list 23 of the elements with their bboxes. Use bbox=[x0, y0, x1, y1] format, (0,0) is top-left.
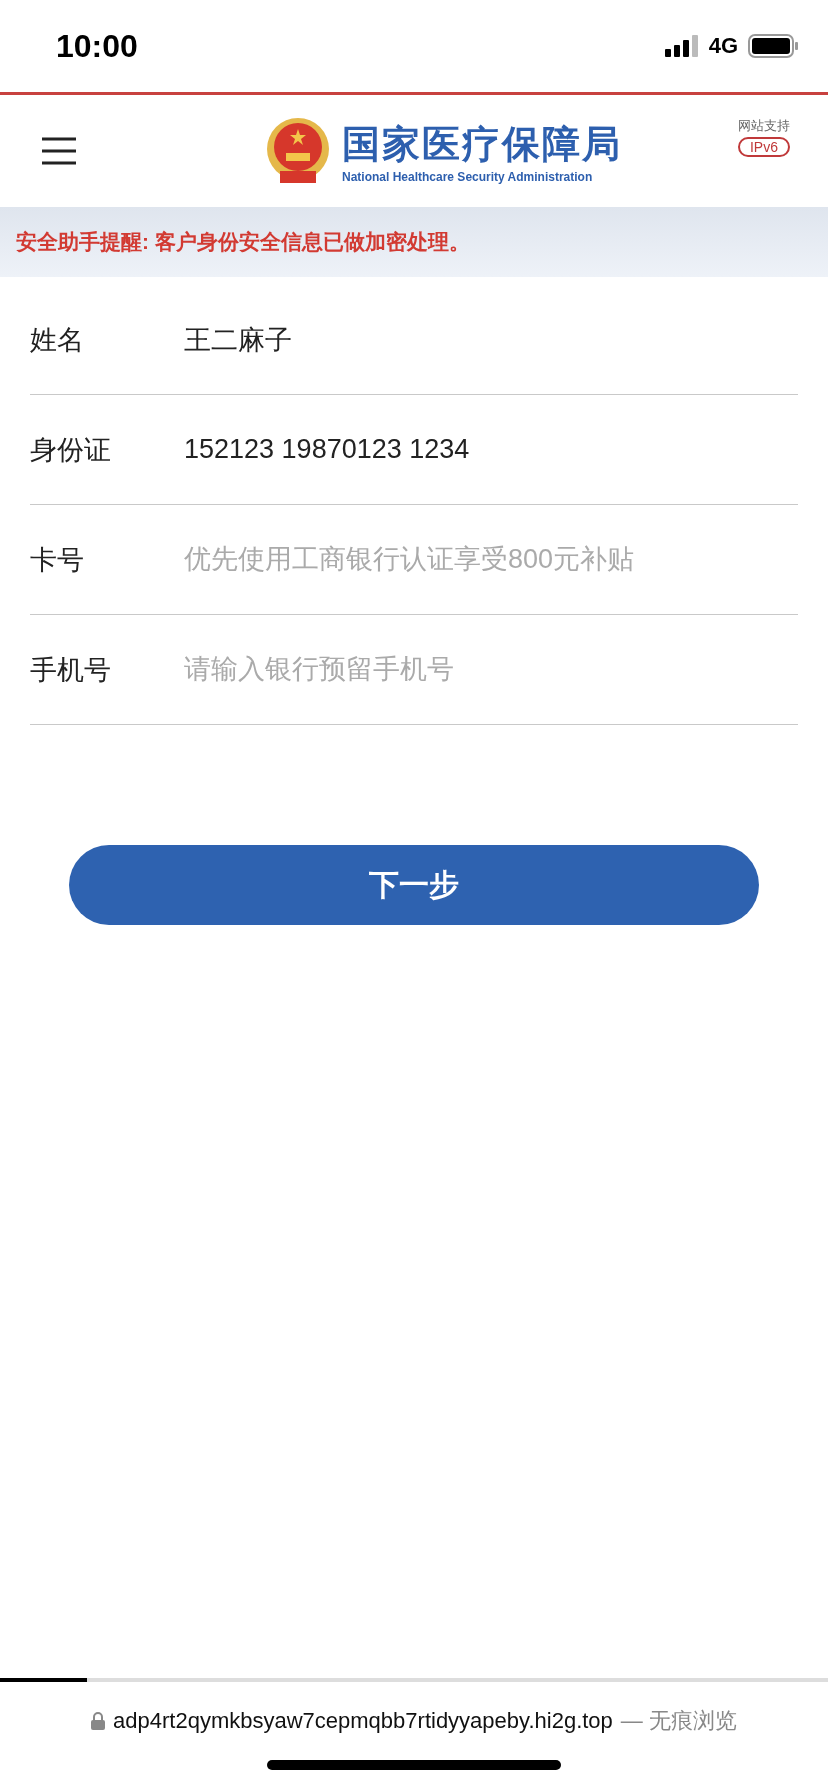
ipv6-badge: IPv6 bbox=[738, 137, 790, 157]
support-label: 网站支持 bbox=[738, 117, 790, 135]
input-field[interactable]: 王二麻子 bbox=[184, 324, 798, 355]
field-label: 身份证 bbox=[30, 433, 112, 467]
signal-icon bbox=[664, 35, 699, 57]
input-field[interactable]: 优先使用工商银行认证享受800元补贴 bbox=[184, 544, 798, 575]
status-time: 10:00 bbox=[56, 27, 138, 65]
site-title: 国家医疗保障局 bbox=[342, 119, 622, 168]
emblem-icon bbox=[266, 117, 330, 185]
input-field[interactable]: 152123 19870123 1234 bbox=[184, 434, 798, 465]
security-notice: 安全助手提醒: 客户身份安全信息已做加密处理。 bbox=[0, 207, 828, 277]
menu-icon[interactable] bbox=[40, 136, 78, 166]
site-subtitle: National Healthcare Security Administration bbox=[342, 169, 593, 184]
field-label: 姓名 bbox=[30, 323, 85, 357]
private-mode-label: — 无痕浏览 bbox=[620, 1707, 737, 1735]
url-text[interactable]: adp4rt2qymkbsyaw7cepmqbb7rtidyyapeby.hi2g.top bbox=[113, 1708, 613, 1734]
field-label: 卡号 bbox=[30, 543, 85, 577]
next-button[interactable]: 下一步 bbox=[69, 845, 759, 925]
network-label: 4G bbox=[708, 33, 738, 59]
field-label: 手机号 bbox=[30, 653, 112, 687]
battery-icon bbox=[748, 34, 798, 58]
input-field[interactable]: 请输入银行预留手机号 bbox=[184, 654, 798, 685]
lock-icon bbox=[91, 1712, 106, 1730]
